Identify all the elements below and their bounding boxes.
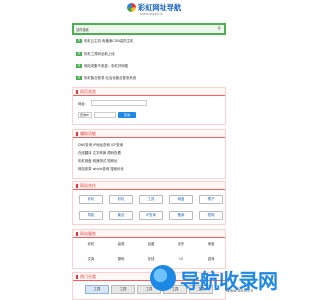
service-link[interactable]: 淘宝 bbox=[199, 240, 223, 249]
browser-section: 网页浏览 网址: 查询IP 查询 bbox=[72, 87, 226, 125]
section-title: 热门分类 bbox=[80, 274, 96, 279]
service-link[interactable]: 彩虹 bbox=[79, 240, 103, 249]
news-item[interactable]: 新 彩虹聚合登录-社会化聚合登录系统 bbox=[76, 75, 226, 82]
section-header: 网站合作 bbox=[73, 182, 225, 190]
friend-link-button[interactable]: 短网 bbox=[199, 211, 223, 220]
section-marker-icon bbox=[76, 90, 78, 94]
url-label: 网址: bbox=[78, 102, 86, 106]
tool-links-row[interactable]: 网站收录 whois查询 搜索优化 bbox=[78, 166, 124, 171]
watermark-url: www.dhsl.cn bbox=[226, 289, 254, 294]
friend-link-button[interactable]: 彩虹 bbox=[79, 195, 103, 204]
friend-link-button[interactable]: 橘子 bbox=[199, 195, 223, 204]
search-icon[interactable]: ⚲ bbox=[217, 26, 221, 32]
news-tag: 新 bbox=[76, 64, 82, 68]
ip-input[interactable] bbox=[94, 112, 116, 118]
section-marker-icon bbox=[76, 184, 78, 188]
query-button[interactable]: 查询 bbox=[118, 112, 136, 118]
service-link[interactable]: 文库 bbox=[79, 255, 103, 264]
ip-query-select[interactable]: 查询IP bbox=[78, 112, 92, 118]
section-title: 网站合作 bbox=[80, 183, 96, 188]
friend-link-button[interactable]: 网盘 bbox=[169, 195, 193, 204]
friend-link-button[interactable]: IP查询 bbox=[139, 211, 163, 220]
site-header: 彩虹网址导航 www.ceggd.cn bbox=[0, 0, 300, 20]
watermark-logo-icon bbox=[150, 265, 176, 291]
news-tag: 新 bbox=[76, 52, 82, 56]
service-link[interactable]: 百度 bbox=[139, 240, 163, 249]
tool-links-row[interactable]: DNS查询 IP地址查询 ICP查询 bbox=[78, 142, 123, 147]
help-section: 辅助功能 DNS查询 IP地址查询 ICP查询 在线翻译 文字转换 源码查看 彩… bbox=[72, 129, 226, 179]
url-input[interactable] bbox=[91, 100, 147, 106]
search-category-select[interactable]: 站内搜索 bbox=[76, 27, 89, 32]
friend-link-button[interactable]: 备案 bbox=[169, 211, 193, 220]
category-tab[interactable]: 工具 bbox=[111, 285, 135, 294]
section-header: 网站服务 bbox=[73, 230, 225, 238]
service-link[interactable]: 京东 bbox=[169, 240, 193, 249]
news-link[interactable]: 彩虹工具网全新上线 bbox=[84, 51, 115, 56]
news-tag: 新 bbox=[76, 39, 82, 43]
news-link[interactable]: 网站采集不收费 - 彩虹好网推 bbox=[84, 63, 128, 68]
section-marker-icon bbox=[76, 275, 78, 279]
section-title: 网页浏览 bbox=[80, 89, 96, 94]
news-item[interactable]: 新 网站采集不收费 - 彩虹好网推 bbox=[76, 63, 226, 70]
section-title: 辅助功能 bbox=[80, 131, 96, 136]
rainbow-logo-icon[interactable] bbox=[127, 3, 136, 12]
section-title: 网站服务 bbox=[80, 231, 96, 236]
section-marker-icon bbox=[76, 232, 78, 236]
service-link[interactable]: 高德 bbox=[109, 240, 133, 249]
friend-link-button[interactable]: 彩虹 bbox=[109, 195, 133, 204]
news-tag: 新 bbox=[76, 76, 82, 80]
watermark: 导航收录网 www.dhsl.cn bbox=[150, 262, 298, 298]
friends-section: 网站合作 彩虹 彩虹 工具 网盘 橘子 导航 聚合 IP查询 备案 短网 bbox=[72, 181, 226, 225]
friend-link-button[interactable]: 聚合 bbox=[109, 211, 133, 220]
search-input[interactable] bbox=[90, 26, 210, 32]
news-link[interactable]: 彩虹云主机-免备案CDN高防主机 bbox=[84, 38, 133, 43]
news-item[interactable]: 新 彩虹云主机-免备案CDN高防主机 bbox=[76, 38, 226, 45]
friend-link-button[interactable]: 导航 bbox=[79, 211, 103, 220]
section-marker-icon bbox=[76, 132, 78, 136]
site-url: www.ceggd.cn bbox=[140, 12, 164, 16]
tool-links-row[interactable]: 在线翻译 文字转换 源码查看 bbox=[78, 150, 121, 155]
search-bar: 站内搜索 ⚲ bbox=[72, 23, 226, 35]
news-link[interactable]: 彩虹聚合登录-社会化聚合登录系统 bbox=[84, 75, 136, 80]
news-item[interactable]: 新 彩虹工具网全新上线 bbox=[76, 51, 226, 58]
category-tab[interactable]: 工具 bbox=[85, 285, 109, 294]
section-header: 辅助功能 bbox=[73, 130, 225, 138]
tool-links-row[interactable]: 彩虹网盘 网速测试 短网址 bbox=[78, 158, 117, 163]
friend-link-button[interactable]: 工具 bbox=[139, 195, 163, 204]
section-header: 网页浏览 bbox=[73, 88, 225, 96]
service-link[interactable]: 源码 bbox=[109, 255, 133, 264]
